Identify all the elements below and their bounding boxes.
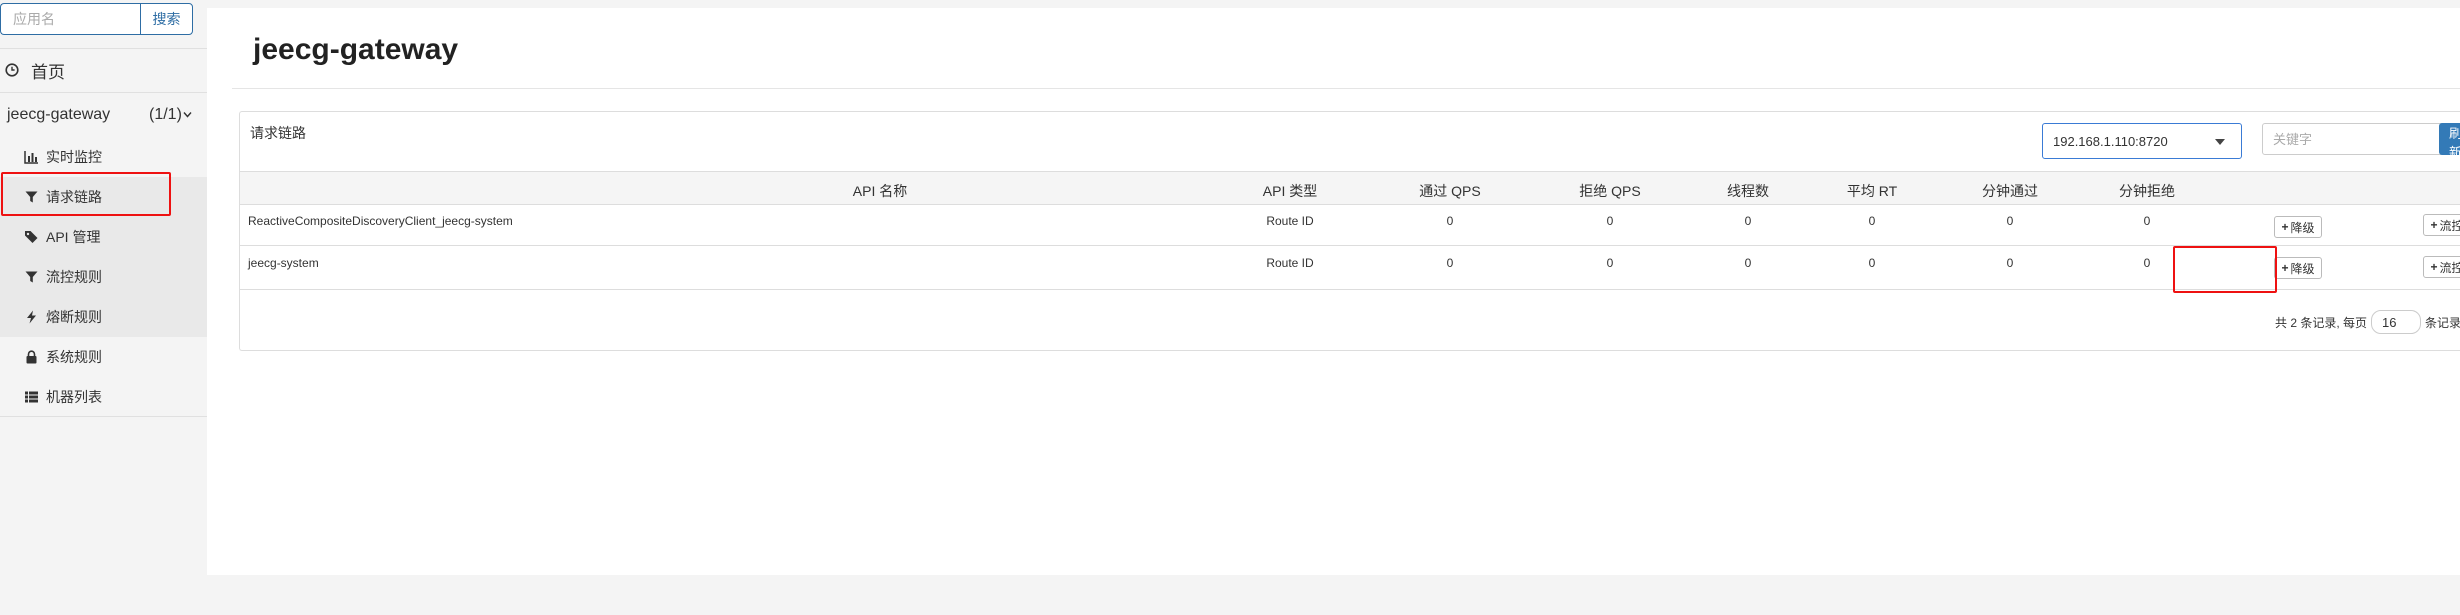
flash-icon (27, 310, 36, 324)
sidebar-item-label: 流控规则 (46, 269, 102, 285)
machine-ip-value: 192.168.1.110:8720 (2053, 133, 2168, 149)
app-name: jeecg-gateway (7, 106, 111, 123)
sidebar-item-system-rules[interactable]: 系统规则 (0, 337, 207, 377)
sidebar-item-label: 机器列表 (46, 389, 102, 405)
app-search-input[interactable] (0, 3, 140, 35)
cell-threads: 0 (1744, 256, 1752, 270)
sidebar-item-label: 实时监控 (46, 149, 102, 165)
cell-block-qps: 0 (1606, 214, 1614, 228)
bar-chart-icon (24, 151, 38, 164)
main-content: jeecg-gateway 请求链路 192.168.1.110:8720 刷新… (207, 8, 2460, 575)
cell-block-qps: 0 (1606, 256, 1614, 270)
table-row: ReactiveCompositeDiscoveryClient_jeecg-s… (240, 205, 2460, 246)
cell-pass-qps: 0 (1446, 256, 1454, 270)
sidebar: 搜索 首页 jeecg-gateway (1/1) 实时监控 (0, 0, 207, 615)
title-divider (232, 88, 2460, 89)
sidebar-item-machine-list[interactable]: 机器列表 (0, 377, 207, 417)
column-header-threads: 线程数 (1727, 183, 1769, 199)
cell-api-type: Route ID (1266, 214, 1314, 228)
column-header-pass-qps: 通过 QPS (1419, 183, 1481, 199)
add-degrade-rule-button[interactable]: + 降级 (2274, 257, 2322, 279)
keyword-input[interactable] (2262, 123, 2460, 155)
column-header-block-qps: 拒绝 QPS (1579, 183, 1641, 199)
pager-total-text: 共 2 条记录, 每页 (2275, 315, 2368, 330)
plus-icon: + (2281, 261, 2289, 275)
sidebar-item-label: 系统规则 (46, 349, 102, 365)
table-header: API 名称 API 类型 通过 QPS 拒绝 QPS 线程数 平均 RT 分钟… (240, 171, 2460, 205)
cell-minute-block: 0 (2143, 214, 2151, 228)
lock-icon (26, 350, 37, 364)
panel-title: 请求链路 (250, 125, 306, 141)
filter-icon (25, 191, 38, 203)
sidebar-divider (0, 48, 207, 49)
sidebar-item-request-chain[interactable]: 请求链路 (0, 177, 207, 217)
app-machine-count: (1/1) (149, 106, 182, 123)
list-icon (25, 391, 38, 403)
sidebar-item-api-manage[interactable]: API 管理 (0, 217, 207, 257)
button-label: 降级 (2290, 261, 2315, 276)
add-flow-rule-button[interactable]: + 流控 (2423, 214, 2460, 236)
cell-minute-pass: 0 (2006, 256, 2014, 270)
sidebar-divider (0, 92, 207, 93)
app-search-box: 搜索 (0, 3, 193, 35)
plus-icon: + (2430, 260, 2438, 274)
cell-api-type: Route ID (1266, 256, 1314, 270)
column-header-minute-block: 分钟拒绝 (2119, 183, 2175, 199)
button-label: 流控 (2439, 218, 2460, 233)
sidebar-item-label: 首页 (31, 62, 65, 82)
cell-minute-pass: 0 (2006, 214, 2014, 228)
page-size-input[interactable]: 16 (2371, 310, 2422, 334)
column-header-minute-pass: 分钟通过 (1982, 183, 2038, 199)
sidebar-item-label: API 管理 (46, 229, 101, 245)
sidebar-app-jeecg-gateway[interactable]: jeecg-gateway (1/1) (0, 98, 207, 132)
sidebar-item-realtime-monitor[interactable]: 实时监控 (0, 137, 207, 177)
cell-pass-qps: 0 (1446, 214, 1454, 228)
column-header-api-name: API 名称 (852, 183, 908, 199)
plus-icon: + (2430, 218, 2438, 232)
add-degrade-rule-button[interactable]: + 降级 (2274, 216, 2322, 238)
button-label: 流控 (2439, 260, 2460, 275)
search-button[interactable]: 搜索 (140, 3, 193, 35)
cell-minute-block: 0 (2143, 256, 2151, 270)
cell-api-name: ReactiveCompositeDiscoveryClient_jeecg-s… (248, 214, 513, 228)
pagination: 共 2 条记录, 每页 16 条记录 (2275, 310, 2460, 334)
cell-api-name: jeecg-system (248, 256, 319, 270)
clock-icon (5, 63, 19, 77)
filter-icon (25, 271, 38, 283)
add-flow-rule-button[interactable]: + 流控 (2423, 256, 2460, 278)
caret-down-icon (2215, 139, 2225, 145)
sidebar-item-label: 熔断规则 (46, 309, 102, 325)
button-label: 降级 (2290, 220, 2315, 235)
sidebar-item-degrade-rules[interactable]: 熔断规则 (0, 297, 207, 337)
sidebar-divider (0, 416, 207, 417)
tags-icon (25, 231, 38, 243)
table-row: jeecg-system Route ID 0 0 0 0 0 0 + 流控 (240, 246, 2460, 290)
pager-suffix-text: 条记录 (2425, 315, 2460, 330)
refresh-button[interactable]: 刷新 (2439, 123, 2460, 155)
column-header-avg-rt: 平均 RT (1846, 183, 1898, 199)
chevron-down-icon (183, 112, 192, 118)
machine-ip-select[interactable]: 192.168.1.110:8720 (2042, 123, 2242, 159)
page-title: jeecg-gateway (253, 33, 459, 66)
cell-threads: 0 (1744, 214, 1752, 228)
sidebar-submenu: 实时监控 请求链路 API 管理 流控规则 熔断规则 系统规则 机器列表 (0, 137, 207, 417)
sidebar-item-label: 请求链路 (46, 189, 102, 205)
column-header-actions: 操作 (2440, 181, 2460, 201)
column-header-api-type: API 类型 (1262, 183, 1318, 199)
sidebar-item-home[interactable]: 首页 (0, 52, 207, 88)
cell-avg-rt: 0 (1868, 214, 1876, 228)
plus-icon: + (2281, 220, 2289, 234)
request-chain-panel: 请求链路 192.168.1.110:8720 刷新 API 名称 API 类型… (239, 111, 2460, 351)
cell-avg-rt: 0 (1868, 256, 1876, 270)
sidebar-item-flow-rules[interactable]: 流控规则 (0, 257, 207, 297)
